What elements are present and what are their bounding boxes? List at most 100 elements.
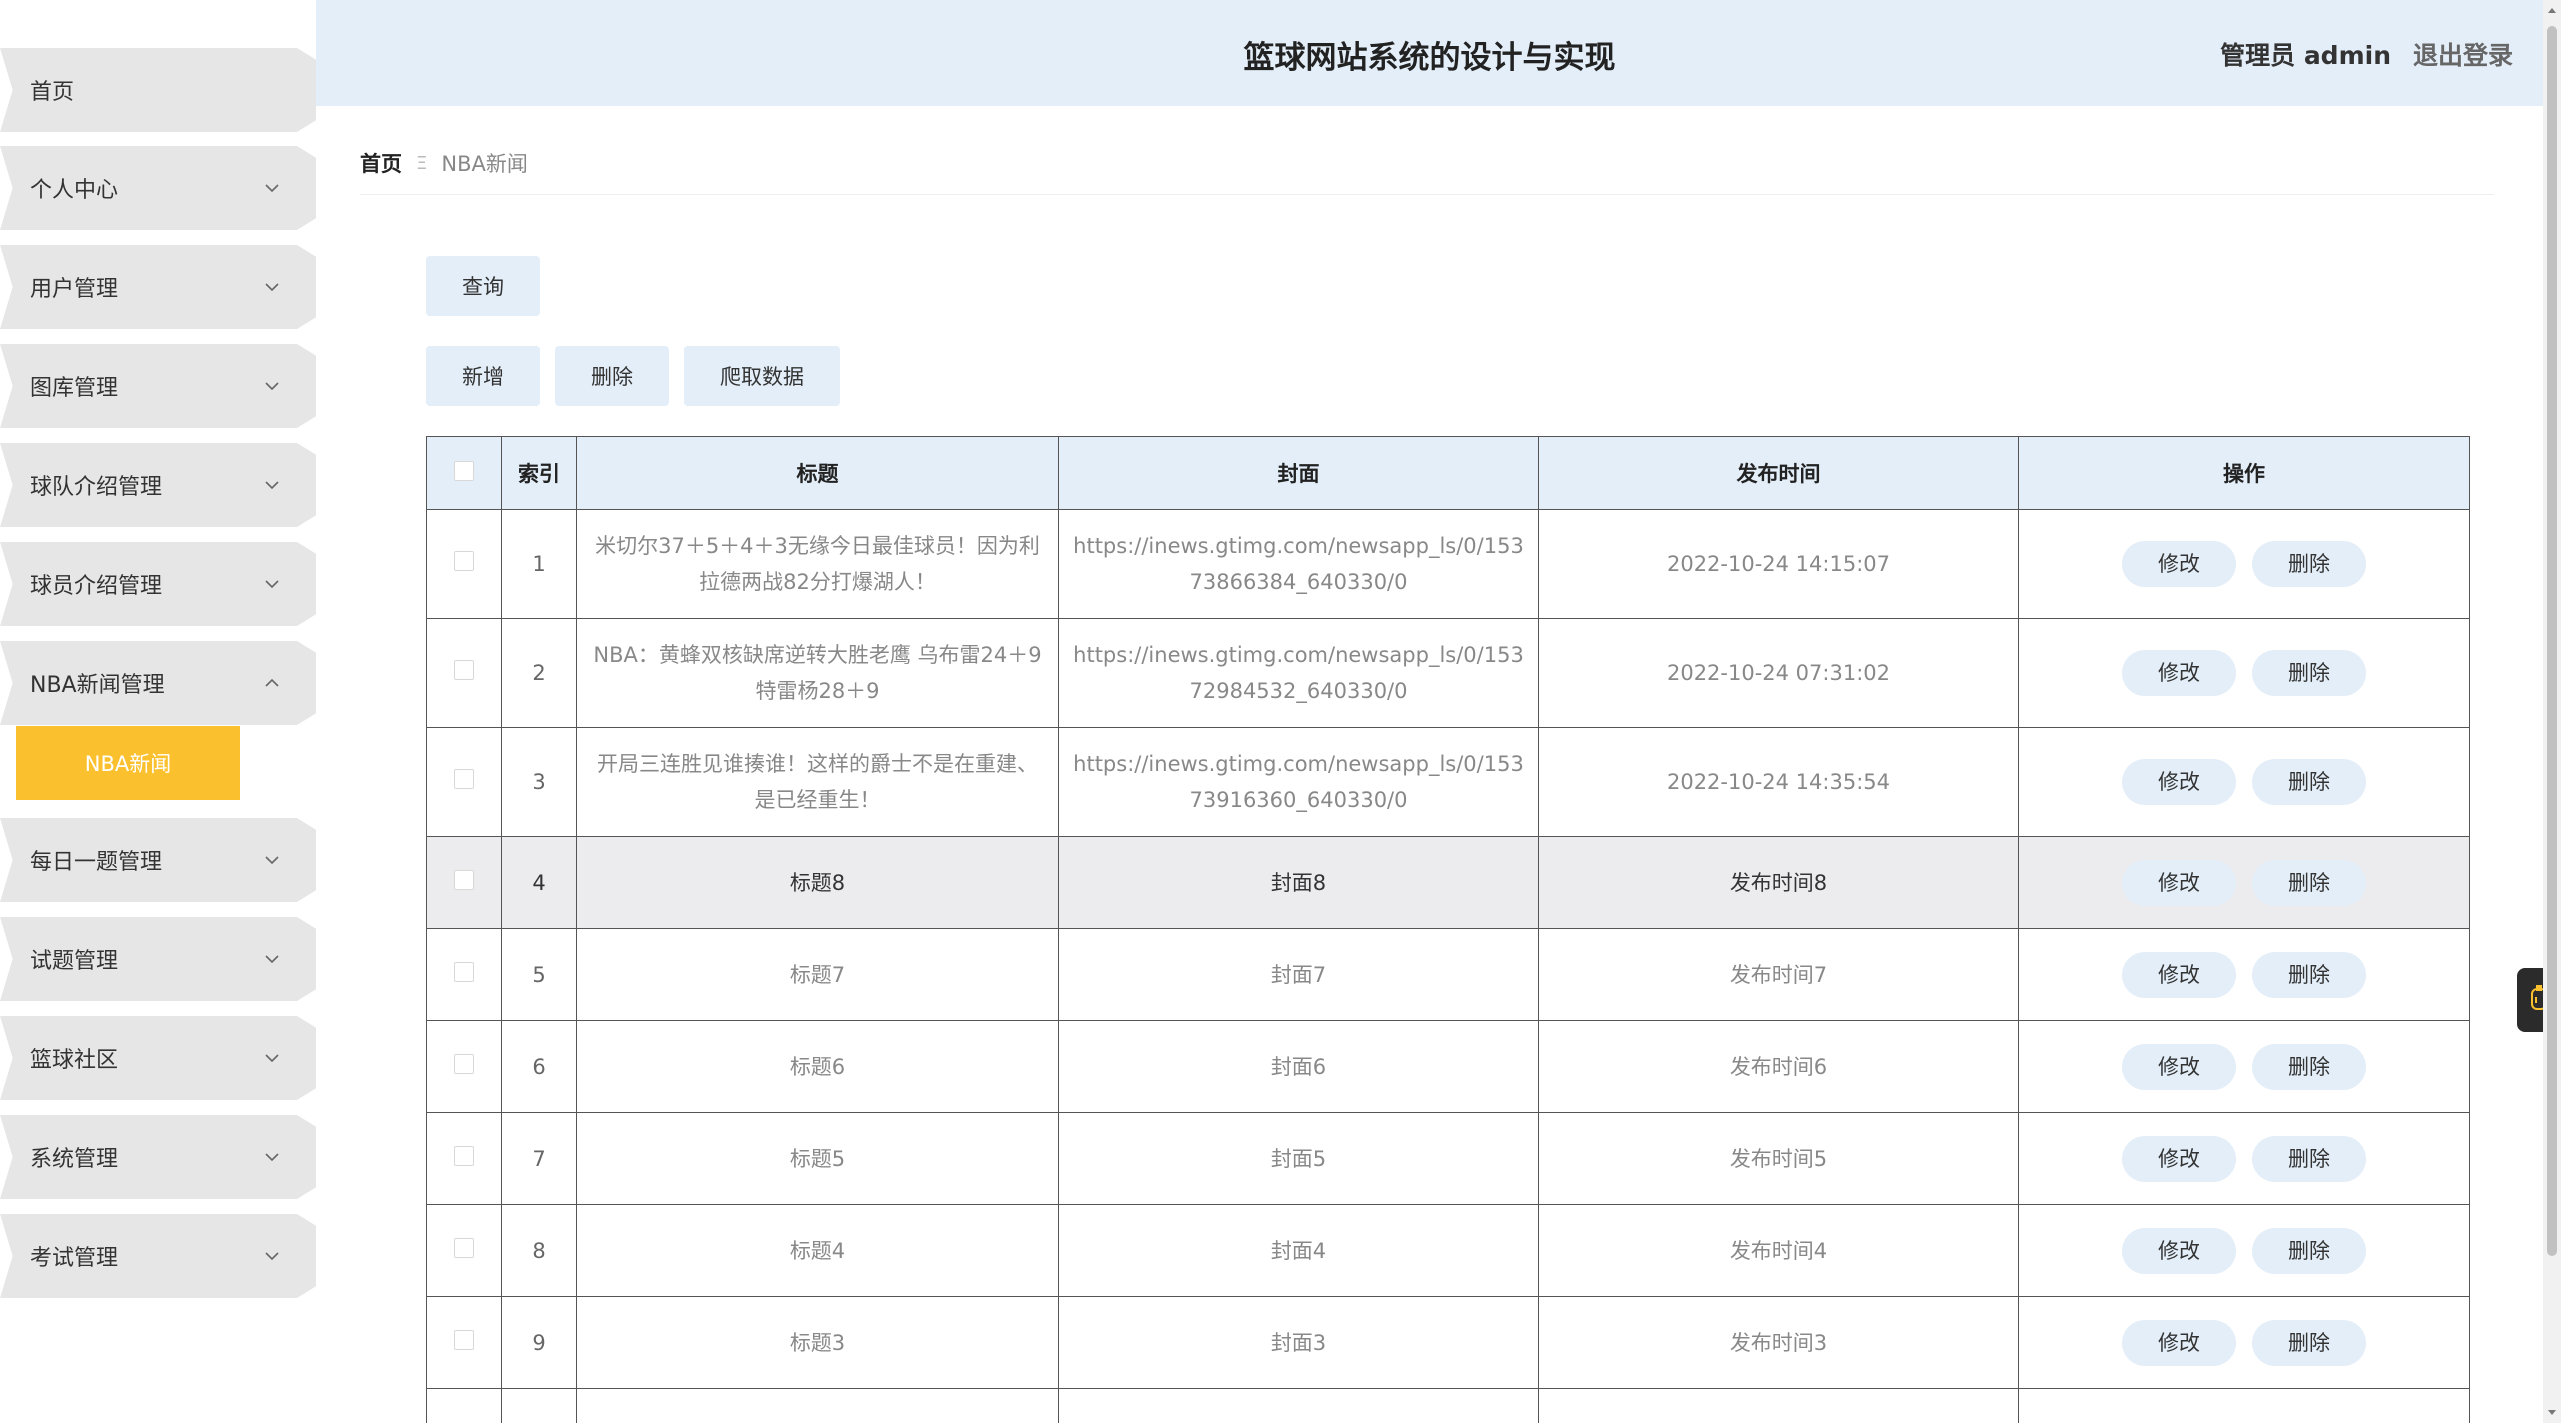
row-delete-button[interactable]: 删除: [2252, 1227, 2366, 1274]
chevron-down-icon: [258, 1242, 286, 1270]
cell-cover: https://inews.gtimg.com/newsapp_ls/0/153…: [1058, 618, 1539, 728]
cell-ops: 修改 删除: [2018, 928, 2470, 1021]
edit-button[interactable]: 修改: [2122, 650, 2236, 696]
vertical-scrollbar[interactable]: [2543, 0, 2561, 1423]
table-row: 9 标题3 封面3 发布时间3 修改 删除: [426, 1296, 2470, 1389]
add-button[interactable]: 新增: [426, 346, 540, 406]
app-root: 首页 个人中心 用户管理 图库管理 球队介绍管理 球员介绍管理 NBA新闻管理 …: [0, 0, 2561, 1423]
cell-title: 标题3: [576, 1296, 1059, 1389]
row-checkbox[interactable]: [454, 1329, 474, 1350]
edit-button[interactable]: 修改: [2122, 1043, 2236, 1090]
select-all-checkbox[interactable]: [454, 460, 474, 481]
row-delete-button[interactable]: 删除: [2252, 859, 2366, 906]
sidebar-item-daily-question[interactable]: 每日一题管理: [0, 818, 316, 902]
chevron-down-icon: [258, 471, 286, 499]
sidebar-item-community[interactable]: 篮球社区: [0, 1016, 316, 1100]
table-row-partial: [426, 1388, 2470, 1423]
row-delete-button[interactable]: 删除: [2252, 759, 2366, 805]
edit-button[interactable]: 修改: [2122, 951, 2236, 998]
chevron-down-icon: [258, 945, 286, 973]
sidebar-item-home[interactable]: 首页: [0, 48, 316, 132]
sidebar-item-label: 首页: [30, 80, 75, 105]
cell-title: 标题7: [576, 928, 1059, 1021]
row-select-cell: [426, 1112, 502, 1205]
column-header-ops: 操作: [2018, 436, 2470, 510]
row-delete-button[interactable]: 删除: [2252, 650, 2366, 696]
row-select-cell: [426, 1296, 502, 1389]
sidebar-item-question-management[interactable]: 试题管理: [0, 917, 316, 1001]
row-select-cell: [426, 1204, 502, 1297]
edit-button[interactable]: 修改: [2122, 1319, 2236, 1366]
cell-title: 标题6: [576, 1020, 1059, 1113]
cell-time: 发布时间5: [1538, 1112, 2019, 1205]
row-checkbox[interactable]: [454, 660, 474, 680]
edit-button[interactable]: 修改: [2122, 1227, 2236, 1274]
logout-button[interactable]: 退出登录: [2413, 36, 2513, 72]
table-row: 1 米切尔37＋5＋4＋3无缘今日最佳球员！因为利拉德两战82分打爆湖人！ ht…: [426, 509, 2470, 619]
scrollbar-thumb[interactable]: [2547, 26, 2557, 1256]
chevron-down-icon: [258, 1143, 286, 1171]
row-select-cell: [426, 727, 502, 837]
edit-button[interactable]: 修改: [2122, 541, 2236, 587]
row-delete-button[interactable]: 删除: [2252, 951, 2366, 998]
row-checkbox[interactable]: [454, 1053, 474, 1074]
sidebar-item-nba-news-management[interactable]: NBA新闻管理: [0, 641, 316, 725]
row-select-cell: [426, 509, 502, 619]
cell-index: 5: [501, 928, 577, 1021]
cell-index: 8: [501, 1204, 577, 1297]
row-checkbox[interactable]: [454, 1237, 474, 1258]
cell-cover: https://inews.gtimg.com/newsapp_ls/0/153…: [1058, 509, 1539, 619]
delete-button[interactable]: 删除: [555, 346, 669, 406]
edit-button[interactable]: 修改: [2122, 759, 2236, 805]
scroll-up-icon[interactable]: [2543, 0, 2561, 20]
cell-time: 发布时间7: [1538, 928, 2019, 1021]
breadcrumb-home[interactable]: 首页: [360, 148, 402, 178]
sidebar: 首页 个人中心 用户管理 图库管理 球队介绍管理 球员介绍管理 NBA新闻管理 …: [0, 0, 316, 1423]
edit-button[interactable]: 修改: [2122, 1135, 2236, 1182]
query-button[interactable]: 查询: [426, 256, 540, 316]
table-row-hovered: 4 标题8 封面8 发布时间8 修改 删除: [426, 836, 2470, 929]
sidebar-item-gallery-management[interactable]: 图库管理: [0, 344, 316, 428]
cell-cover: https://inews.gtimg.com/newsapp_ls/0/153…: [1058, 727, 1539, 837]
cell-title: 标题4: [576, 1204, 1059, 1297]
sidebar-subitem-nba-news[interactable]: NBA新闻: [16, 726, 240, 800]
cell-ops: 修改 删除: [2018, 836, 2470, 929]
table-row: 5 标题7 封面7 发布时间7 修改 删除: [426, 928, 2470, 1021]
cell-title: [576, 1388, 1059, 1423]
cell-ops: 修改 删除: [2018, 1296, 2470, 1389]
row-delete-button[interactable]: 删除: [2252, 1319, 2366, 1366]
cell-title: NBA：黄蜂双核缺席逆转大胜老鹰 乌布雷24＋9 特雷杨28＋9: [576, 618, 1059, 728]
row-checkbox[interactable]: [454, 551, 474, 571]
row-checkbox[interactable]: [454, 869, 474, 890]
sidebar-item-team-intro[interactable]: 球队介绍管理: [0, 443, 316, 527]
sidebar-item-exam-management[interactable]: 考试管理: [0, 1214, 316, 1298]
sidebar-item-system-management[interactable]: 系统管理: [0, 1115, 316, 1199]
crawl-data-button[interactable]: 爬取数据: [684, 346, 840, 406]
sidebar-item-user-management[interactable]: 用户管理: [0, 245, 316, 329]
scroll-down-icon[interactable]: [2543, 1403, 2561, 1423]
row-checkbox[interactable]: [454, 1145, 474, 1166]
row-delete-button[interactable]: 删除: [2252, 541, 2366, 587]
edit-button[interactable]: 修改: [2122, 859, 2236, 906]
page-title: 篮球网站系统的设计与实现: [1243, 40, 1616, 76]
cell-title: 标题8: [576, 836, 1059, 929]
sidebar-item-personal-center[interactable]: 个人中心: [0, 146, 316, 230]
chevron-down-icon: [258, 1044, 286, 1072]
row-select-cell: [426, 836, 502, 929]
row-checkbox[interactable]: [454, 769, 474, 789]
row-delete-button[interactable]: 删除: [2252, 1135, 2366, 1182]
sidebar-item-label: 用户管理: [30, 277, 119, 302]
cell-index: 4: [501, 836, 577, 929]
cell-index: [501, 1388, 577, 1423]
cell-cover: 封面5: [1058, 1112, 1539, 1205]
row-checkbox[interactable]: [454, 961, 474, 982]
cell-time: 2022-10-24 07:31:02: [1538, 618, 2019, 728]
current-user: 管理员 admin: [2220, 41, 2391, 70]
sidebar-item-player-intro[interactable]: 球员介绍管理: [0, 542, 316, 626]
row-delete-button[interactable]: 删除: [2252, 1043, 2366, 1090]
sidebar-item-label: 个人中心: [30, 178, 119, 203]
sidebar-item-label: 系统管理: [30, 1147, 119, 1172]
row-select-cell: [426, 1020, 502, 1113]
cell-index: 2: [501, 618, 577, 728]
cell-ops: 修改 删除: [2018, 1204, 2470, 1297]
